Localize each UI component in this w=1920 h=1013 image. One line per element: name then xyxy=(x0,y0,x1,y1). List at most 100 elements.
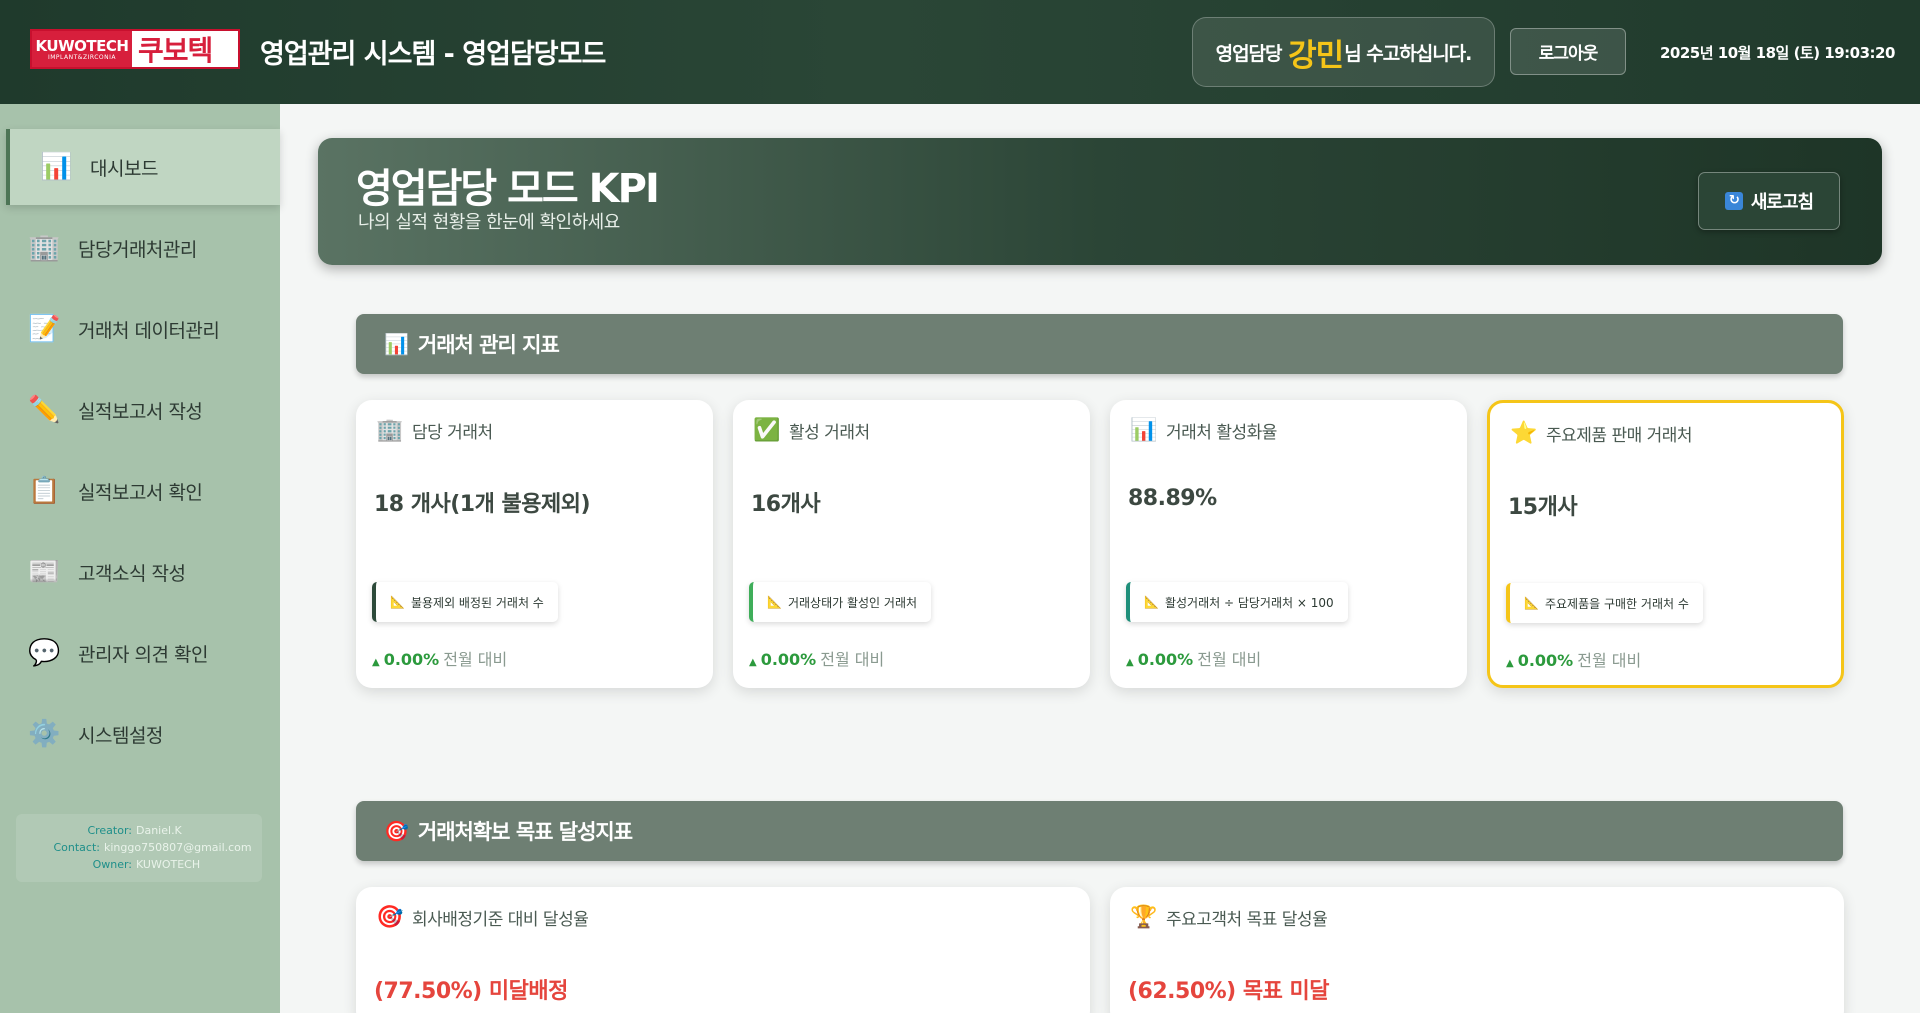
sidebar-item-report-write[interactable]: ✏️ 실적보고서 작성 xyxy=(0,372,280,448)
welcome-suffix: 님 수고하십니다. xyxy=(1344,42,1472,65)
page-title: 영업담당 모드 KPI xyxy=(356,166,660,212)
section-header-target-achievement: 🎯 거래처확보 목표 달성지표 xyxy=(356,801,1843,861)
kpi-card-activation-rate: 📊 거래처 활성화율 88.89% 📐 활성거래처 ÷ 담당거래처 × 100 ▲ 0… xyxy=(1110,400,1467,688)
contact-label: Contact: xyxy=(53,841,100,854)
up-arrow-icon: ▲ xyxy=(749,657,757,668)
checkmark-icon: ✅ xyxy=(753,418,780,443)
welcome-message: 영업담당 강민 님 수고하십니다. xyxy=(1192,17,1495,87)
card-change: ▲ 0.00% 전월 대비 xyxy=(1506,647,1641,671)
sidebar: 📊 대시보드 🏢 담당거래처관리 📝 거래처 데이터관리 ✏️ 실적보고서 작성… xyxy=(0,104,280,1013)
logo-text-en: KUWOTECH xyxy=(35,36,129,55)
logout-button[interactable]: 로그아웃 xyxy=(1510,28,1626,75)
sidebar-item-label: 거래처 데이터관리 xyxy=(78,319,220,342)
building-icon: 🏢 xyxy=(28,233,60,263)
card-title: 거래처 활성화율 xyxy=(1166,423,1277,443)
change-label: 전월 대비 xyxy=(443,650,508,669)
top-header: KUWOTECH IMPLANT&ZIRCONIA 쿠보텍 영업관리 시스템 -… xyxy=(0,0,1920,104)
card-value: (77.50%) 미달배정 xyxy=(374,979,568,1004)
star-icon: ⭐ xyxy=(1510,421,1537,446)
card-note-text: 불용제외 배정된 거래처 수 xyxy=(410,595,544,610)
kpi-card-company-allocation-rate: 🎯 회사배정기준 대비 달성율 (77.50%) 미달배정 xyxy=(356,887,1090,1013)
card-value: (62.50%) 목표 미달 xyxy=(1128,979,1330,1004)
card-value: 88.89% xyxy=(1128,486,1217,511)
sidebar-item-customer-news[interactable]: 📰 고객소식 작성 xyxy=(0,534,280,610)
card-title: 담당 거래처 xyxy=(412,423,493,443)
ruler-icon: 📐 xyxy=(1524,596,1539,610)
sidebar-item-settings[interactable]: ⚙️ 시스템설정 xyxy=(0,696,280,772)
card-value: 16개사 xyxy=(751,492,821,517)
change-value: 0.00% xyxy=(1137,650,1194,669)
card-note-text: 활성거래처 ÷ 담당거래처 × 100 xyxy=(1164,595,1334,610)
clipboard-icon: 📋 xyxy=(28,476,60,506)
change-value: 0.00% xyxy=(1517,651,1574,670)
ruler-icon: 📐 xyxy=(390,595,405,609)
gear-icon: ⚙️ xyxy=(28,719,60,749)
up-arrow-icon: ▲ xyxy=(1126,657,1134,668)
logo-text-kr: 쿠보텍 xyxy=(138,34,213,67)
kpi-card-key-customer-rate: 🏆 주요고객처 목표 달성율 (62.50%) 목표 미달 xyxy=(1110,887,1844,1013)
card-note: 📐 거래상태가 활성인 거래처 xyxy=(749,582,932,622)
chart-icon: 📊 xyxy=(40,152,72,182)
card-value: 18 개사(1개 불용제외) xyxy=(374,492,591,517)
card-note: 📐 주요제품을 구매한 거래처 수 xyxy=(1506,583,1703,623)
company-logo[interactable]: KUWOTECH IMPLANT&ZIRCONIA 쿠보텍 xyxy=(30,29,240,69)
section-title: 거래처 관리 지표 xyxy=(417,333,560,357)
target-icon: 🎯 xyxy=(376,905,403,930)
card-title: 주요제품 판매 거래처 xyxy=(1546,426,1693,446)
app-title: 영업관리 시스템 - 영업담당모드 xyxy=(260,39,606,70)
creator-label: Creator: xyxy=(87,824,132,837)
sidebar-item-label: 대시보드 xyxy=(90,157,158,180)
sidebar-item-label: 실적보고서 확인 xyxy=(78,481,203,504)
newspaper-icon: 📰 xyxy=(28,557,60,587)
sidebar-item-dashboard[interactable]: 📊 대시보드 xyxy=(6,129,280,205)
page-subtitle: 나의 실적 현황을 한눈에 확인하세요 xyxy=(358,212,620,233)
change-label: 전월 대비 xyxy=(1577,651,1642,670)
kpi-card-active-clients: ✅ 활성 거래처 16개사 📐 거래상태가 활성인 거래처 ▲ 0.00% 전월 대비 xyxy=(733,400,1090,688)
card-change: ▲ 0.00% 전월 대비 xyxy=(1126,646,1261,670)
change-label: 전월 대비 xyxy=(1197,650,1262,669)
contact-value: kinggo750807@gmail.com xyxy=(104,841,252,854)
sidebar-item-label: 관리자 의견 확인 xyxy=(78,643,208,666)
card-value: 15개사 xyxy=(1508,495,1578,520)
card-title: 회사배정기준 대비 달성율 xyxy=(412,910,589,930)
target-icon: 🎯 xyxy=(384,819,409,843)
sidebar-item-label: 실적보고서 작성 xyxy=(78,400,203,423)
logo-subtext: IMPLANT&ZIRCONIA xyxy=(47,53,116,61)
card-change: ▲ 0.00% 전월 대비 xyxy=(749,646,884,670)
card-note: 📐 불용제외 배정된 거래처 수 xyxy=(372,582,558,622)
card-title: 주요고객처 목표 달성율 xyxy=(1166,910,1328,930)
sidebar-item-label: 담당거래처관리 xyxy=(78,238,197,261)
card-title: 활성 거래처 xyxy=(789,423,870,443)
memo-icon: 📝 xyxy=(28,314,60,344)
owner-label: Owner: xyxy=(92,858,132,871)
sidebar-item-label: 시스템설정 xyxy=(78,724,163,747)
kpi-banner: 영업담당 모드 KPI 나의 실적 현황을 한눈에 확인하세요 ↻ 새로고침 xyxy=(318,138,1882,265)
sidebar-item-report-view[interactable]: 📋 실적보고서 확인 xyxy=(0,453,280,529)
up-arrow-icon: ▲ xyxy=(372,657,380,668)
credits-box: Creator: Daniel.K Contact: kinggo750807@gm… xyxy=(16,814,262,882)
sidebar-item-client-data[interactable]: 📝 거래처 데이터관리 xyxy=(0,291,280,367)
card-note: 📐 활성거래처 ÷ 담당거래처 × 100 xyxy=(1126,582,1348,622)
ruler-icon: 📐 xyxy=(767,595,782,609)
current-datetime: 2025년 10월 18일 (토) 19:03:20 xyxy=(1660,44,1895,62)
speech-bubble-icon: 💬 xyxy=(28,638,60,668)
building-icon: 🏢 xyxy=(376,418,403,443)
sidebar-item-client-management[interactable]: 🏢 담당거래처관리 xyxy=(0,210,280,286)
creator-value: Daniel.K xyxy=(136,824,182,837)
refresh-button[interactable]: ↻ 새로고침 xyxy=(1698,172,1840,230)
welcome-prefix: 영업담당 xyxy=(1215,42,1283,65)
sidebar-item-label: 고객소식 작성 xyxy=(78,562,186,585)
refresh-icon: ↻ xyxy=(1724,192,1743,210)
ruler-icon: 📐 xyxy=(1144,595,1159,609)
up-arrow-icon: ▲ xyxy=(1506,658,1514,669)
card-note-text: 거래상태가 활성인 거래처 xyxy=(787,595,918,610)
kpi-card-assigned-clients: 🏢 담당 거래처 18 개사(1개 불용제외) 📐 불용제외 배정된 거래처 수 ▲… xyxy=(356,400,713,688)
section-title: 거래처확보 목표 달성지표 xyxy=(417,820,633,844)
refresh-label: 새로고침 xyxy=(1750,192,1814,213)
section-header-client-metrics: 📊 거래처 관리 지표 xyxy=(356,314,1843,374)
chart-icon: 📊 xyxy=(1130,418,1157,443)
user-name: 강민 xyxy=(1288,37,1344,74)
change-value: 0.00% xyxy=(760,650,817,669)
sidebar-item-admin-opinion[interactable]: 💬 관리자 의견 확인 xyxy=(0,615,280,691)
card-note-text: 주요제품을 구매한 거래처 수 xyxy=(1544,596,1689,611)
